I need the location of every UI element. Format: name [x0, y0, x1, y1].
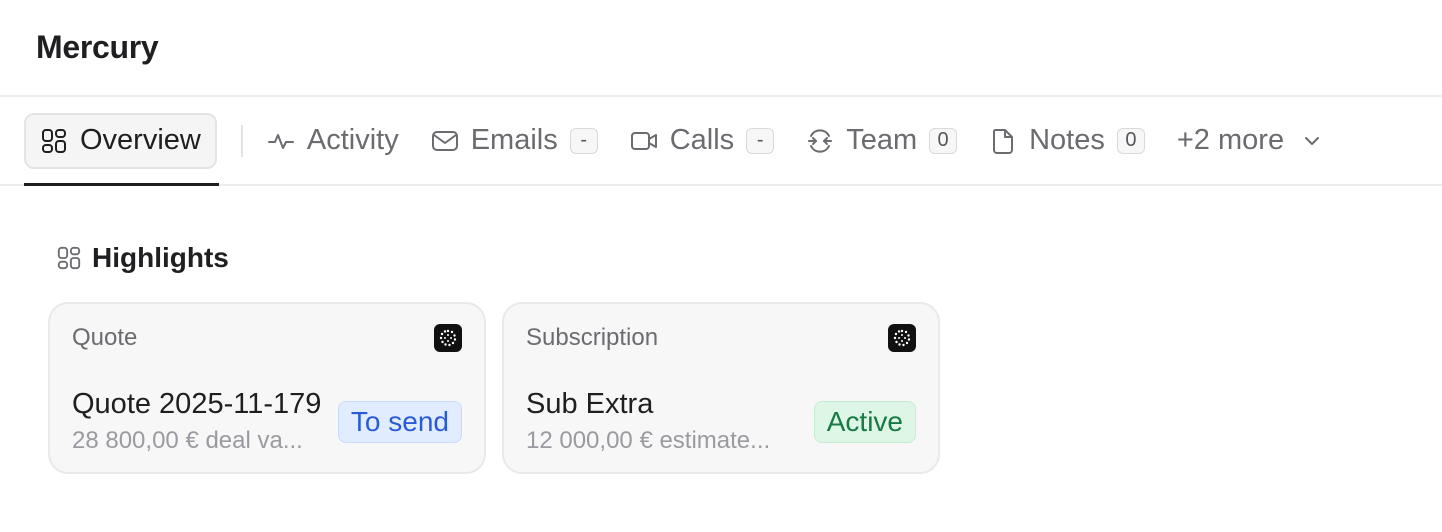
page-header: Mercury: [0, 0, 1442, 97]
grid-icon: [40, 127, 68, 155]
active-tab-indicator: [24, 183, 219, 186]
app-logo-icon: [888, 324, 916, 352]
page-title: Mercury: [36, 29, 159, 65]
tab-label: Team: [846, 124, 918, 156]
mail-icon: [431, 127, 459, 155]
merge-arrows-icon: [806, 127, 834, 155]
tab-divider: [240, 124, 243, 157]
card-title: Sub Extra: [526, 388, 654, 420]
status-badge: Active: [813, 400, 916, 443]
status-badge: To send: [337, 400, 462, 443]
tab-label: Notes: [1029, 124, 1105, 156]
tab-notes[interactable]: Notes 0: [973, 113, 1161, 169]
card-title: Quote 2025-11-179: [72, 388, 322, 420]
card-subtitle: 12 000,00 € estimate...: [526, 427, 771, 454]
tab-more[interactable]: +2 more: [1161, 113, 1338, 169]
highlight-card-quote[interactable]: Quote Quote 2025-11-179 28 800,00 € deal…: [48, 302, 486, 474]
tab-overview[interactable]: Overview: [24, 112, 217, 169]
app-logo-icon: [434, 324, 462, 352]
tab-bar: Overview Activity Emails - Calls - Team …: [0, 97, 1442, 186]
section-header: Highlights: [56, 242, 1442, 274]
section-title: Highlights: [92, 242, 229, 273]
tab-label: Activity: [306, 124, 399, 156]
video-icon: [630, 127, 658, 155]
highlight-cards: Quote Quote 2025-11-179 28 800,00 € deal…: [48, 302, 1442, 474]
tab-emails[interactable]: Emails -: [415, 113, 614, 169]
card-type-label: Quote: [72, 324, 138, 351]
tab-label: Overview: [80, 124, 201, 156]
tab-activity[interactable]: Activity: [267, 113, 415, 169]
tab-label: +2 more: [1176, 124, 1285, 156]
pulse-icon: [267, 127, 295, 155]
tab-calls[interactable]: Calls -: [614, 113, 790, 169]
card-subtitle: 28 800,00 € deal va...: [72, 427, 303, 454]
tab-label: Calls: [669, 124, 735, 156]
tab-label: Emails: [470, 124, 558, 156]
highlights-section: Highlights Quote Quote 2025-11-179 28 80…: [0, 186, 1442, 474]
tab-count-badge: 0: [1116, 127, 1145, 154]
card-type-label: Subscription: [526, 324, 659, 351]
tab-count-badge: 0: [929, 127, 958, 154]
highlight-card-subscription[interactable]: Subscription Sub Extra 12 000,00 € estim…: [502, 302, 940, 474]
grid-icon: [56, 245, 82, 271]
tab-team[interactable]: Team 0: [790, 113, 973, 169]
tab-count-badge: -: [569, 127, 598, 154]
tab-count-badge: -: [746, 127, 775, 154]
document-icon: [989, 127, 1017, 155]
chevron-down-icon: [1302, 131, 1322, 151]
